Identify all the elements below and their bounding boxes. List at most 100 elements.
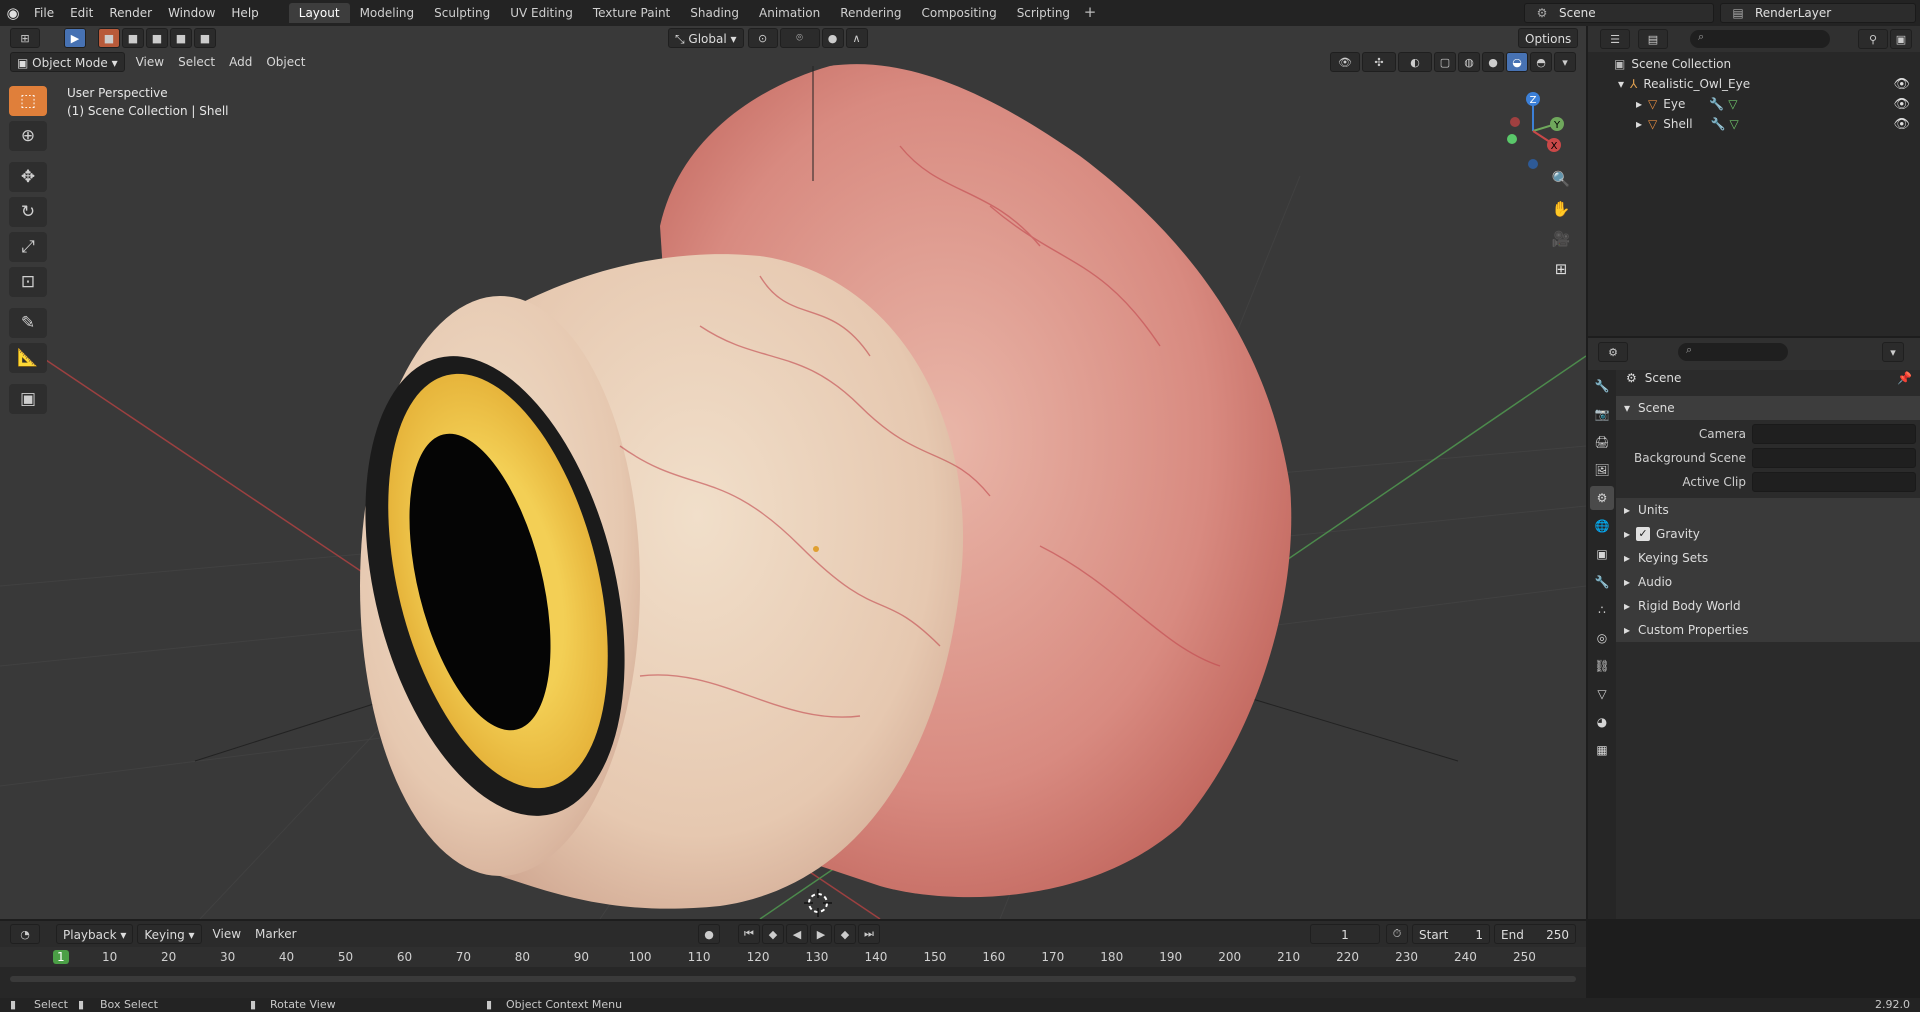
outliner-root[interactable]: ▣ Scene Collection xyxy=(1588,54,1920,74)
frame-ruler[interactable]: 1 10 20 30 40 50 60 70 80 90 100 110 120 130 140 150 160… xyxy=(0,947,1586,967)
pan-hand-icon[interactable]: ✋ xyxy=(1548,196,1574,222)
blender-logo-icon[interactable]: ◉ xyxy=(0,0,26,26)
tab-scripting[interactable]: Scripting xyxy=(1007,3,1080,23)
select-new-icon[interactable]: ■ xyxy=(98,28,120,48)
preview-range-icon[interactable]: ⏱ xyxy=(1386,924,1408,944)
expand-arrow-icon[interactable]: ▸ xyxy=(1636,117,1642,131)
current-frame-field[interactable]: 1 xyxy=(1310,924,1380,944)
navigation-gizmo[interactable]: Z Y X xyxy=(1498,86,1568,176)
add-cube-icon[interactable]: ▣ xyxy=(9,384,47,414)
timeline-menu-marker[interactable]: Marker xyxy=(248,924,303,944)
visibility-icon[interactable]: 👁 xyxy=(1330,52,1360,72)
play-reverse-icon[interactable]: ◀ xyxy=(786,924,808,944)
editor-type-icon[interactable]: ⊞ xyxy=(10,28,40,48)
select-intersect-icon[interactable]: ■ xyxy=(194,28,216,48)
camera-field[interactable] xyxy=(1752,424,1916,444)
tab-rendering[interactable]: Rendering xyxy=(830,3,911,23)
active-clip-field[interactable] xyxy=(1752,472,1916,492)
shading-options-icon[interactable]: ▾ xyxy=(1554,52,1576,72)
mode-dropdown[interactable]: ▣ Object Mode ▾ xyxy=(10,52,125,72)
next-keyframe-icon[interactable]: ◆ xyxy=(834,924,856,944)
timeline-menu-view[interactable]: View xyxy=(206,924,248,944)
audio-panel[interactable]: ▸ Audio xyxy=(1616,570,1920,594)
start-frame-field[interactable]: Start 1 xyxy=(1412,924,1490,944)
menu-file[interactable]: File xyxy=(26,0,62,26)
tab-sculpting[interactable]: Sculpting xyxy=(424,3,500,23)
ortho-grid-icon[interactable]: ⊞ xyxy=(1548,256,1574,282)
world-tab-icon[interactable]: 🌐 xyxy=(1590,514,1614,538)
select-subtract-icon[interactable]: ■ xyxy=(146,28,168,48)
tab-layout[interactable]: Layout xyxy=(288,3,350,23)
add-workspace-button[interactable]: + xyxy=(1080,3,1100,23)
data-tab-icon[interactable]: ▽ xyxy=(1590,682,1614,706)
scale-icon[interactable]: ⤢ xyxy=(9,232,47,262)
filter-icon[interactable]: ⚲ xyxy=(1858,29,1888,49)
menu-help[interactable]: Help xyxy=(223,0,266,26)
expand-arrow-icon[interactable]: ▸ xyxy=(1636,97,1642,111)
outliner-item-shell[interactable]: ▸ ▽ Shell 🔧 ▽ 👁 xyxy=(1588,114,1920,134)
solid-shading-icon[interactable]: ● xyxy=(1482,52,1504,72)
tab-modeling[interactable]: Modeling xyxy=(350,3,425,23)
visibility-eye-icon[interactable]: 👁 xyxy=(1893,117,1910,132)
object-tab-icon[interactable]: ▣ xyxy=(1590,542,1614,566)
menu-select[interactable]: Select xyxy=(171,52,222,72)
annotate-icon[interactable]: ✎ xyxy=(9,308,47,338)
background-scene-field[interactable] xyxy=(1752,448,1916,468)
snap-icon[interactable]: ⌾ xyxy=(779,28,820,48)
move-icon[interactable]: ✥ xyxy=(9,162,47,192)
select-difference-icon[interactable]: ■ xyxy=(170,28,192,48)
gravity-panel[interactable]: ▸ ✓ Gravity xyxy=(1616,522,1920,546)
properties-editor-icon[interactable]: ⚙ xyxy=(1598,342,1628,362)
timeline-scrollbar[interactable] xyxy=(10,976,1576,982)
3d-viewport[interactable]: ⊞ ▶ ■ ■ ■ ■ ■ ⤡ Global ▾ ⊙ ⌾ ● ∧ Options… xyxy=(0,26,1586,919)
select-box-icon[interactable]: ⬚ xyxy=(9,86,47,116)
new-collection-icon[interactable]: ▣ xyxy=(1890,29,1912,49)
select-extend-icon[interactable]: ■ xyxy=(122,28,144,48)
tool-tab-icon[interactable]: 🔧 xyxy=(1590,374,1614,398)
timeline-editor-icon[interactable]: ◔ xyxy=(10,924,40,944)
texture-tab-icon[interactable]: ▦ xyxy=(1590,738,1614,762)
tab-uv-editing[interactable]: UV Editing xyxy=(500,3,583,23)
render-tab-icon[interactable]: 📷 xyxy=(1590,402,1614,426)
rendered-shading-icon[interactable]: ◓ xyxy=(1530,52,1552,72)
options-dropdown[interactable]: Options xyxy=(1518,28,1579,48)
material-shading-icon[interactable]: ◒ xyxy=(1506,52,1528,72)
properties-search-input[interactable]: ⌕ xyxy=(1678,343,1788,361)
pin-icon[interactable]: 📌 xyxy=(1897,371,1912,385)
cursor-icon[interactable]: ⊕ xyxy=(9,121,47,151)
scene-tab-icon[interactable]: ⚙ xyxy=(1590,486,1614,510)
zoom-icon[interactable]: 🔍 xyxy=(1548,166,1574,192)
constraints-tab-icon[interactable]: ⛓ xyxy=(1590,654,1614,678)
keying-dropdown[interactable]: Keying ▾ xyxy=(137,924,202,944)
menu-add[interactable]: Add xyxy=(222,52,259,72)
modifier-tab-icon[interactable]: 🔧 xyxy=(1590,570,1614,594)
scene-panel-header[interactable]: ▾ Scene xyxy=(1616,396,1920,420)
play-icon[interactable]: ▶ xyxy=(810,924,832,944)
tab-texture-paint[interactable]: Texture Paint xyxy=(583,3,680,23)
rigid-body-world-panel[interactable]: ▸ Rigid Body World xyxy=(1616,594,1920,618)
menu-window[interactable]: Window xyxy=(160,0,223,26)
outliner-item-eye[interactable]: ▸ ▽ Eye 🔧 ▽ 👁 xyxy=(1588,94,1920,114)
overlay-toggle-icon[interactable]: ◐ xyxy=(1398,52,1432,72)
prev-keyframe-icon[interactable]: ◆ xyxy=(762,924,784,944)
falloff-icon[interactable]: ∧ xyxy=(845,28,868,48)
visibility-eye-icon[interactable]: 👁 xyxy=(1893,97,1910,112)
output-tab-icon[interactable]: 🖨 xyxy=(1590,430,1614,454)
end-frame-field[interactable]: End 250 xyxy=(1494,924,1576,944)
rotate-icon[interactable]: ↻ xyxy=(9,197,47,227)
physics-tab-icon[interactable]: ◎ xyxy=(1590,626,1614,650)
properties-options-icon[interactable]: ▾ xyxy=(1882,342,1904,362)
menu-object[interactable]: Object xyxy=(259,52,312,72)
visibility-eye-icon[interactable]: 👁 xyxy=(1893,77,1910,92)
select-tool-icon[interactable]: ▶ xyxy=(64,28,86,48)
proportional-edit-icon[interactable]: ● xyxy=(821,28,844,48)
display-mode-icon[interactable]: ▤ xyxy=(1638,29,1668,49)
transform-orientation-dropdown[interactable]: ⤡ Global ▾ xyxy=(668,28,744,48)
particles-tab-icon[interactable]: ∴ xyxy=(1590,598,1614,622)
outliner-item-realistic-owl-eye[interactable]: ▾ ⅄ Realistic_Owl_Eye 👁 xyxy=(1588,74,1920,94)
view-layer-selector[interactable]: ▤ RenderLayer xyxy=(1720,3,1916,23)
playback-dropdown[interactable]: Playback ▾ xyxy=(56,924,134,944)
jump-end-icon[interactable]: ⏭ xyxy=(858,924,880,944)
transform-icon[interactable]: ⊡ xyxy=(9,267,47,297)
units-panel[interactable]: ▸ Units xyxy=(1616,498,1920,522)
